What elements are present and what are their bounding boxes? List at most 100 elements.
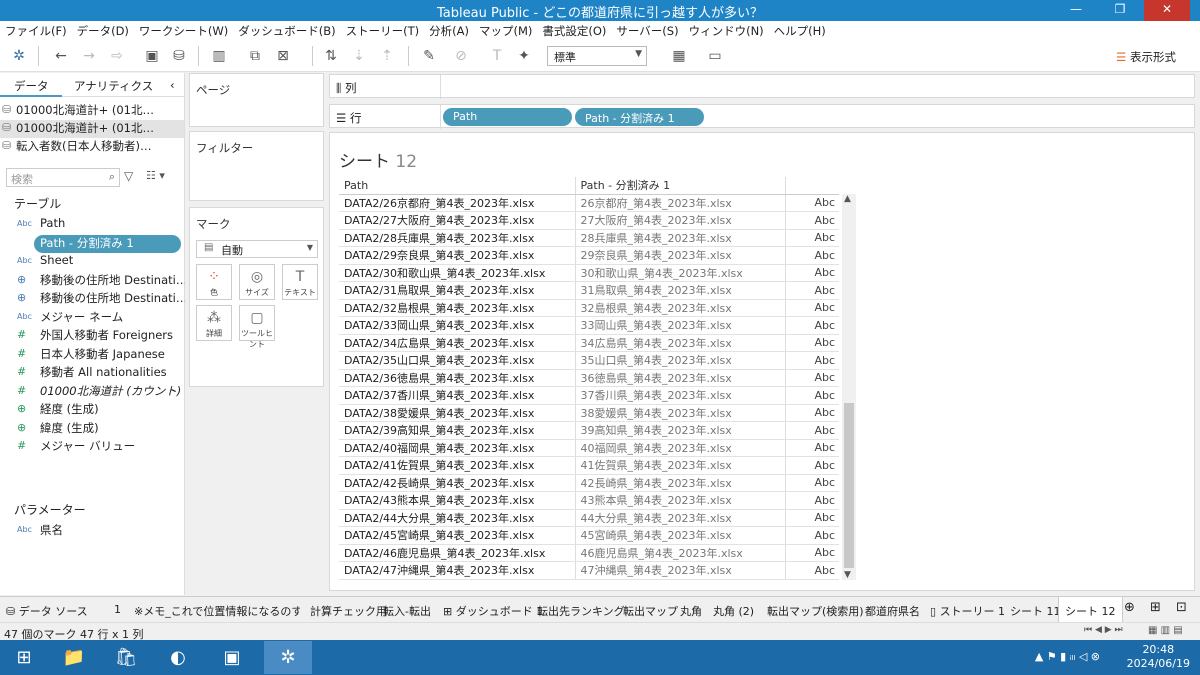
powerpoint-icon[interactable]: ▣	[208, 641, 256, 674]
cell-measure[interactable]: Abc	[785, 421, 839, 440]
field-item[interactable]: Abc Sheet	[0, 253, 185, 272]
table-row[interactable]: DATA2/42長崎県_第4表_2023年.xlsx 42長崎県_第4表_2023…	[339, 474, 839, 492]
sort-desc-icon[interactable]: ⇡	[378, 47, 396, 65]
duplicate-icon[interactable]: ⧉	[246, 47, 264, 65]
cell-path-split[interactable]: 45宮崎県_第4表_2023年.xlsx	[575, 526, 786, 545]
tab-sheet[interactable]: 1	[114, 603, 121, 616]
menu-window[interactable]: ウィンドウ(N)	[684, 21, 769, 39]
table-row[interactable]: DATA2/38愛媛県_第4表_2023年.xlsx 38愛媛県_第4表_2023…	[339, 404, 839, 422]
row-pill-path[interactable]: Path	[443, 108, 572, 126]
tab-sheet[interactable]: 都道府県名	[865, 603, 920, 619]
fit-select[interactable]: 標準 ▼	[547, 46, 647, 66]
cell-path-split[interactable]: 27大阪府_第4表_2023年.xlsx	[575, 211, 786, 230]
field-item[interactable]: ⊕ 経度 (生成)	[0, 401, 185, 420]
tab-sheet[interactable]: 丸角 (2)	[713, 603, 754, 619]
cell-measure[interactable]: Abc	[785, 246, 839, 265]
cell-measure[interactable]: Abc	[785, 316, 839, 335]
tray-icons[interactable]: ▲ ⚑ ▮ ᵢₗₗ ◁ ⊗	[1035, 650, 1100, 663]
menu-map[interactable]: マップ(M)	[474, 21, 537, 39]
menu-worksheet[interactable]: ワークシート(W)	[134, 21, 233, 39]
cell-path[interactable]: DATA2/42長崎県_第4表_2023年.xlsx	[339, 474, 576, 492]
datasource-item[interactable]: ⛁ 01000北海道計+ (01北…	[0, 102, 184, 120]
detail-button[interactable]: ⁂ 詳細	[196, 305, 232, 341]
tab-sheet[interactable]: 丸角	[680, 603, 702, 619]
cell-path-split[interactable]: 39高知県_第4表_2023年.xlsx	[575, 421, 786, 440]
cell-path-split[interactable]: 34広島県_第4表_2023年.xlsx	[575, 334, 786, 352]
tableau-logo-icon[interactable]: ✲	[10, 47, 28, 65]
cell-path[interactable]: DATA2/32島根県_第4表_2023年.xlsx	[339, 299, 576, 317]
menu-data[interactable]: データ(D)	[72, 21, 134, 39]
cell-path[interactable]: DATA2/29奈良県_第4表_2023年.xlsx	[339, 246, 576, 265]
cell-path-split[interactable]: 26京都府_第4表_2023年.xlsx	[575, 194, 786, 212]
cell-measure[interactable]: Abc	[785, 404, 839, 422]
table-row[interactable]: DATA2/47沖縄県_第4表_2023年.xlsx 47沖縄県_第4表_2023…	[339, 561, 839, 580]
menu-analysis[interactable]: 分析(A)	[424, 21, 474, 39]
cell-path[interactable]: DATA2/31鳥取県_第4表_2023年.xlsx	[339, 281, 576, 300]
table-row[interactable]: DATA2/30和歌山県_第4表_2023年.xlsx 30和歌山県_第4表_20…	[339, 264, 839, 282]
cell-path-split[interactable]: 32島根県_第4表_2023年.xlsx	[575, 299, 786, 317]
presentation-icon[interactable]: ▭	[706, 47, 724, 65]
table-row[interactable]: DATA2/44大分県_第4表_2023年.xlsx 44大分県_第4表_2023…	[339, 509, 839, 527]
close-button[interactable]: ✕	[1144, 0, 1190, 21]
datasource-item[interactable]: ⛁ 転入者数(日本人移動者)…	[0, 138, 184, 156]
cell-path[interactable]: DATA2/37香川県_第4表_2023年.xlsx	[339, 386, 576, 405]
cell-path-split[interactable]: 47沖縄県_第4表_2023年.xlsx	[575, 561, 786, 580]
cell-measure[interactable]: Abc	[785, 561, 839, 580]
cell-measure[interactable]: Abc	[785, 526, 839, 545]
table-row[interactable]: DATA2/26京都府_第4表_2023年.xlsx 26京都府_第4表_2023…	[339, 194, 839, 212]
table-row[interactable]: DATA2/37香川県_第4表_2023年.xlsx 37香川県_第4表_2023…	[339, 386, 839, 405]
field-item[interactable]: # 移動者 All nationalities	[0, 364, 185, 383]
menu-server[interactable]: サーバー(S)	[611, 21, 683, 39]
search-input[interactable]: 検索 ⌕	[6, 168, 120, 187]
chart-icon[interactable]: ▦	[670, 47, 688, 65]
cell-path[interactable]: DATA2/47沖縄県_第4表_2023年.xlsx	[339, 561, 576, 580]
cell-measure[interactable]: Abc	[785, 474, 839, 492]
menu-help[interactable]: ヘルプ(H)	[769, 21, 831, 39]
sort-asc-icon[interactable]: ⇣	[350, 47, 368, 65]
cell-path-split[interactable]: 37香川県_第4表_2023年.xlsx	[575, 386, 786, 405]
field-item[interactable]: # 日本人移動者 Japanese	[0, 346, 185, 365]
table-row[interactable]: DATA2/43熊本県_第4表_2023年.xlsx 43熊本県_第4表_2023…	[339, 491, 839, 510]
new-worksheet-icon[interactable]: ▥	[210, 47, 228, 65]
tooltip-button[interactable]: ▢ ツールヒント	[239, 305, 275, 349]
new-story-icon[interactable]: ⊡	[1176, 600, 1187, 615]
tab-sheet-active[interactable]: シート 12	[1058, 597, 1123, 623]
cell-measure[interactable]: Abc	[785, 229, 839, 247]
windows-start-icon[interactable]: ⊞	[0, 641, 48, 674]
file-explorer-icon[interactable]: 📁	[50, 641, 98, 674]
cell-path-split[interactable]: 31鳥取県_第4表_2023年.xlsx	[575, 281, 786, 300]
table-row[interactable]: DATA2/39高知県_第4表_2023年.xlsx 39高知県_第4表_2023…	[339, 421, 839, 440]
maximize-button[interactable]: ❐	[1106, 0, 1134, 21]
table-row[interactable]: DATA2/36徳島県_第4表_2023年.xlsx 36徳島県_第4表_2023…	[339, 369, 839, 387]
cell-path[interactable]: DATA2/33岡山県_第4表_2023年.xlsx	[339, 316, 576, 335]
rows-shelf[interactable]: ☰ 行 Path Path - 分割済み 1	[329, 104, 1195, 129]
group-icon[interactable]: ⊘	[452, 47, 470, 65]
field-item[interactable]: Abc Path	[0, 216, 185, 235]
menu-dashboard[interactable]: ダッシュボード(B)	[233, 21, 340, 39]
filter-icon[interactable]: ▽	[124, 169, 133, 183]
cell-measure[interactable]: Abc	[785, 509, 839, 527]
cell-measure[interactable]: Abc	[785, 211, 839, 230]
tab-sheet[interactable]: 転出マップ	[623, 603, 678, 619]
cell-measure[interactable]: Abc	[785, 299, 839, 317]
cell-path-split[interactable]: 36徳島県_第4表_2023年.xlsx	[575, 369, 786, 387]
parameter-item[interactable]: Abc 県名	[0, 522, 185, 541]
sorter-view-icon[interactable]: ▦ ▥ ▤	[1148, 625, 1183, 636]
tab-sheet[interactable]: シート 11	[1010, 603, 1061, 619]
table-row[interactable]: DATA2/33岡山県_第4表_2023年.xlsx 33岡山県_第4表_2023…	[339, 316, 839, 335]
collapse-pane-icon[interactable]: ‹	[170, 78, 175, 92]
field-item[interactable]: #01000北海道計 (カウント)	[0, 383, 185, 402]
cell-path[interactable]: DATA2/35山口県_第4表_2023年.xlsx	[339, 351, 576, 370]
cell-path-split[interactable]: 29奈良県_第4表_2023年.xlsx	[575, 246, 786, 265]
vertical-scrollbar[interactable]: ▲ ▼	[842, 194, 856, 580]
tab-sheet[interactable]: 計算チェック用	[310, 603, 387, 619]
tab-story[interactable]: ▯ ストーリー 1	[930, 603, 1005, 619]
column-header-path[interactable]: Path	[339, 177, 576, 195]
cell-path[interactable]: DATA2/26京都府_第4表_2023年.xlsx	[339, 194, 576, 212]
table-row[interactable]: DATA2/29奈良県_第4表_2023年.xlsx 29奈良県_第4表_2023…	[339, 246, 839, 265]
cell-path-split[interactable]: 43熊本県_第4表_2023年.xlsx	[575, 491, 786, 510]
new-datasource-icon[interactable]: ⛁	[170, 47, 188, 65]
cell-path-split[interactable]: 41佐賀県_第4表_2023年.xlsx	[575, 456, 786, 475]
pin-icon[interactable]: ✦	[515, 47, 533, 65]
tableau-taskbar-icon[interactable]: ✲	[264, 641, 312, 674]
